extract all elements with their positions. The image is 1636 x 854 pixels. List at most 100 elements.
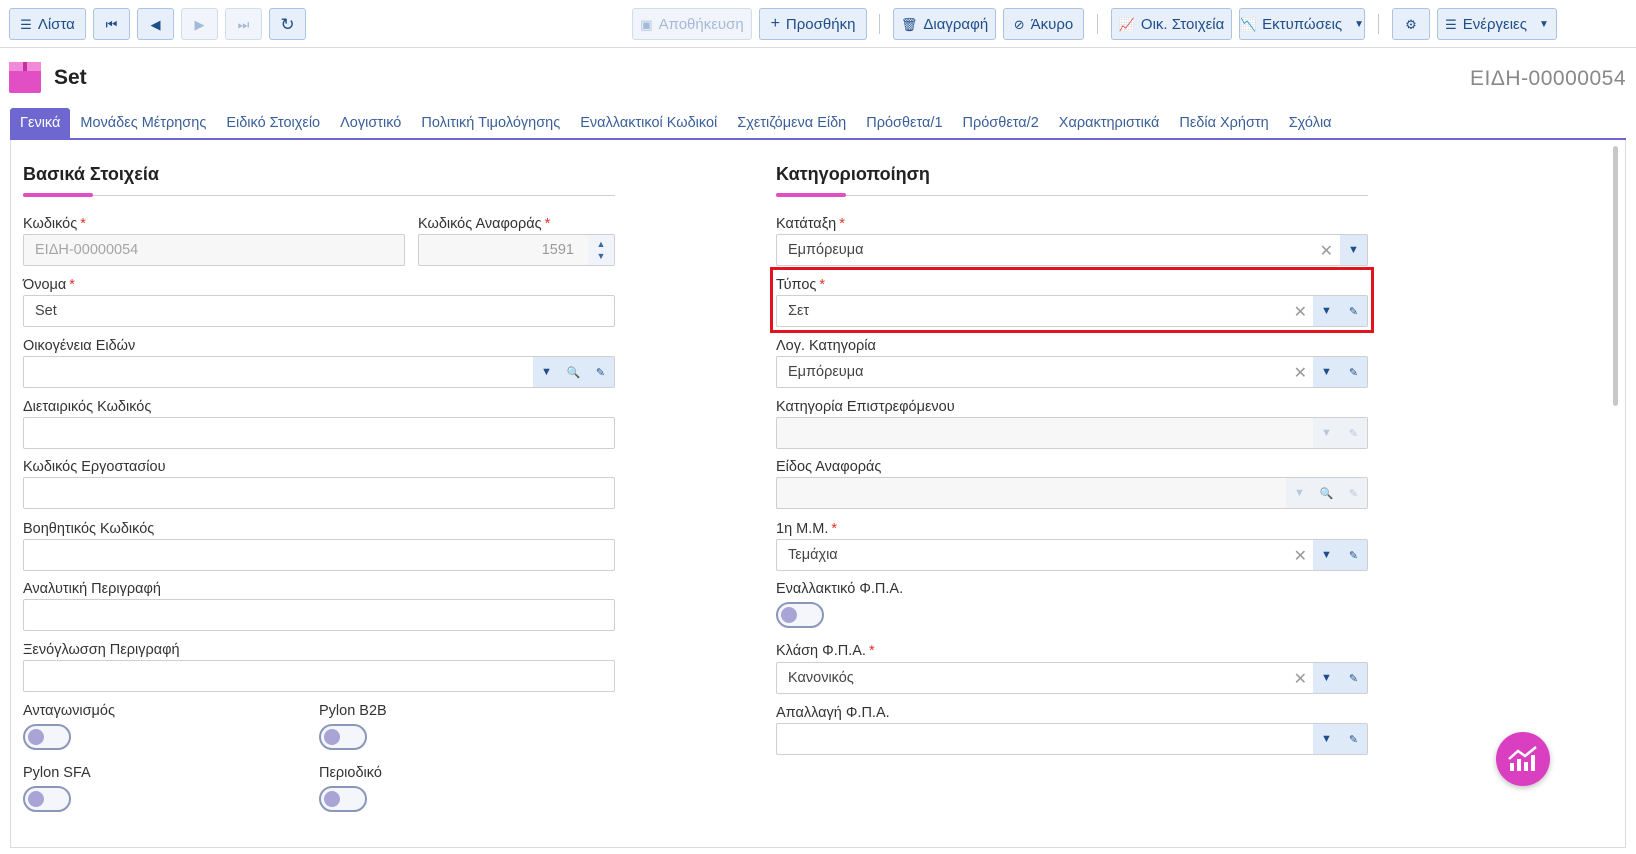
section-divider [776, 193, 1368, 197]
foreign-description-label: Ξενόγλωσση Περιγραφή [23, 642, 180, 658]
pencil-icon[interactable]: ✎ [1340, 418, 1367, 448]
auxiliary-code-label: Βοηθητικός Κωδικός [23, 521, 155, 537]
pylon-sfa-toggle[interactable] [23, 786, 71, 812]
first-record-button[interactable]: ⏮ [93, 8, 130, 40]
add-button[interactable]: + Προσθήκη [759, 8, 867, 40]
delete-button[interactable]: 🗑 Διαγραφή [893, 8, 996, 40]
pencil-icon[interactable]: ✎ [1340, 724, 1367, 754]
intercompany-code-label: Διεταιρικός Κωδικός [23, 399, 152, 415]
vat-exemption-select[interactable]: ▼ ✎ [776, 723, 1368, 755]
save-button[interactable]: ▣ Αποθήκευση [632, 8, 752, 40]
tab-comments[interactable]: Σχόλια [1279, 108, 1342, 138]
scrollbar[interactable] [1613, 146, 1618, 406]
name-field[interactable]: Set [23, 295, 615, 327]
detailed-description-field[interactable] [23, 599, 615, 631]
tab-extra-2[interactable]: Πρόσθετα/2 [953, 108, 1049, 138]
item-family-label: Οικογένεια Ειδών [23, 338, 136, 354]
last-record-button[interactable]: ⏭ [225, 8, 262, 40]
tab-units[interactable]: Μονάδες Μέτρησης [70, 108, 216, 138]
analytics-chart-icon [1508, 746, 1537, 771]
vat-class-select[interactable]: Κανονικός ✕ ▼ ✎ [776, 662, 1368, 694]
clear-icon[interactable]: ✕ [1294, 546, 1307, 566]
list-button[interactable]: ☰ Λίστα [9, 8, 86, 40]
pencil-icon[interactable]: ✎ [1340, 478, 1367, 508]
tab-pricing-policy[interactable]: Πολιτική Τιμολόγησης [411, 108, 570, 138]
factory-code-label: Κωδικός Εργοστασίου [23, 459, 166, 475]
first-icon: ⏮ [105, 16, 118, 32]
caret-down-icon[interactable]: ▼ [1313, 540, 1340, 570]
caret-down-icon: ▼ [1538, 18, 1549, 30]
tab-extra-1[interactable]: Πρόσθετα/1 [856, 108, 952, 138]
next-record-button[interactable]: ▶ [181, 8, 218, 40]
toolbar-divider [1378, 14, 1379, 34]
competition-toggle[interactable] [23, 724, 71, 750]
caret-down-icon[interactable]: ▼ [533, 357, 560, 387]
accounting-category-select[interactable]: Εμπόρευμα ✕ ▼ ✎ [776, 356, 1368, 388]
analytics-fab-button[interactable] [1496, 732, 1550, 786]
code-label: Κωδικός * [23, 216, 86, 232]
pylon-b2b-toggle[interactable] [319, 724, 367, 750]
toolbar-divider [879, 14, 880, 34]
refresh-icon: ↻ [280, 14, 295, 34]
previous-record-button[interactable]: ◀ [137, 8, 174, 40]
tab-characteristics[interactable]: Χαρακτηριστικά [1049, 108, 1170, 138]
number-stepper[interactable]: ▲ ▼ [588, 235, 614, 265]
prints-button[interactable]: 📉 Εκτυπώσεις ▼ [1239, 8, 1365, 40]
financials-button[interactable]: 📈 Οικ. Στοιχεία [1111, 8, 1232, 40]
tab-special-item[interactable]: Ειδικό Στοιχείο [216, 108, 330, 138]
caret-down-icon[interactable]: ▼ [1313, 418, 1340, 448]
tab-user-fields[interactable]: Πεδία Χρήστη [1169, 108, 1278, 138]
record-code: ΕΙΔΗ-00000054 [1470, 67, 1626, 90]
menu-icon: ☰ [1445, 16, 1457, 32]
page-title: Set [54, 66, 87, 89]
classification-select[interactable]: Εμπόρευμα ✕ ▼ [776, 234, 1368, 266]
cancel-button[interactable]: ⊘ Άκυρο [1003, 8, 1084, 40]
reference-code-label: Κωδικός Αναφοράς * [418, 216, 551, 232]
caret-down-icon[interactable]: ▼ [1313, 663, 1340, 693]
competition-label: Ανταγωνισμός [23, 703, 115, 719]
line-chart-icon: 📉 [1239, 16, 1257, 32]
clear-icon[interactable]: ✕ [1294, 363, 1307, 383]
toolbar-divider [1097, 14, 1098, 34]
caret-down-icon[interactable]: ▼ [1286, 478, 1313, 508]
ban-icon: ⊘ [1013, 16, 1025, 32]
caret-down-icon[interactable]: ▼ [1313, 357, 1340, 387]
refresh-button[interactable]: ↻ [269, 8, 306, 40]
tab-general[interactable]: Γενικά [10, 108, 71, 138]
clear-icon[interactable]: ✕ [1294, 669, 1307, 689]
caret-down-icon[interactable]: ▼ [1340, 235, 1367, 265]
return-category-select[interactable]: ▼ ✎ [776, 417, 1368, 449]
clear-icon[interactable]: ✕ [1320, 241, 1333, 261]
alternative-vat-toggle[interactable] [776, 602, 824, 628]
first-uom-label: 1η Μ.Μ. * [776, 521, 838, 537]
intercompany-code-field[interactable] [23, 417, 615, 449]
foreign-description-field[interactable] [23, 660, 615, 692]
section-title-classification: Κατηγοριοποίηση [776, 164, 930, 184]
down-icon: ▼ [596, 251, 606, 261]
name-label: Όνομα * [23, 277, 75, 293]
vat-exemption-label: Απαλλαγή Φ.Π.Α. [776, 705, 890, 721]
item-family-field[interactable]: ▼ 🔍 ✎ [23, 356, 615, 388]
first-uom-select[interactable]: Τεμάχια ✕ ▼ ✎ [776, 539, 1368, 571]
reference-type-select[interactable]: ▼ 🔍 ✎ [776, 477, 1368, 509]
next-icon: ▶ [194, 16, 205, 32]
code-field[interactable]: ΕΙΔΗ-00000054 [23, 234, 405, 266]
reference-code-field[interactable]: 1591 ▲ ▼ [418, 234, 615, 266]
pencil-icon[interactable]: ✎ [1340, 540, 1367, 570]
caret-down-icon[interactable]: ▼ [1313, 724, 1340, 754]
auxiliary-code-field[interactable] [23, 539, 615, 571]
actions-button[interactable]: ☰ Ενέργειες ▼ [1437, 8, 1557, 40]
tab-accounting[interactable]: Λογιστικό [330, 108, 411, 138]
pylon-sfa-label: Pylon SFA [23, 765, 91, 781]
periodic-toggle[interactable] [319, 786, 367, 812]
pencil-icon[interactable]: ✎ [1340, 357, 1367, 387]
factory-code-field[interactable] [23, 477, 615, 509]
search-icon[interactable]: 🔍 [1313, 478, 1340, 508]
pencil-icon[interactable]: ✎ [587, 357, 614, 387]
search-icon[interactable]: 🔍 [560, 357, 587, 387]
settings-button[interactable]: ⚙ [1392, 8, 1430, 40]
tab-related-items[interactable]: Σχετιζόμενα Είδη [727, 108, 856, 138]
highlight-box [770, 267, 1374, 333]
tab-alternative-codes[interactable]: Εναλλακτικοί Κωδικοί [570, 108, 727, 138]
pencil-icon[interactable]: ✎ [1340, 663, 1367, 693]
